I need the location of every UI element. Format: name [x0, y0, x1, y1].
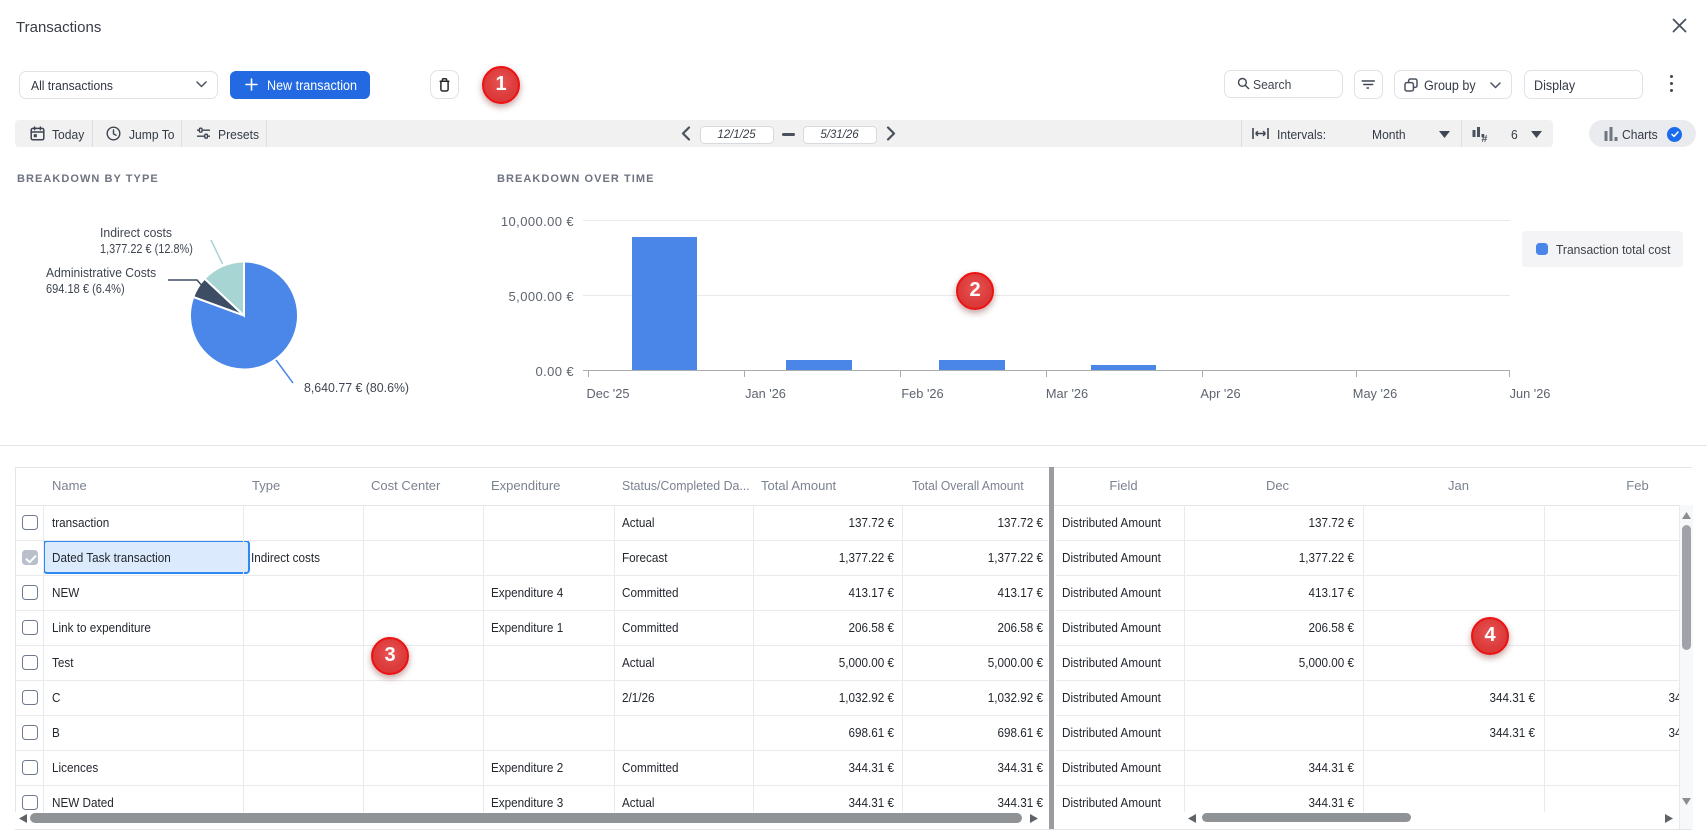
svg-text:#: #: [1482, 133, 1488, 142]
